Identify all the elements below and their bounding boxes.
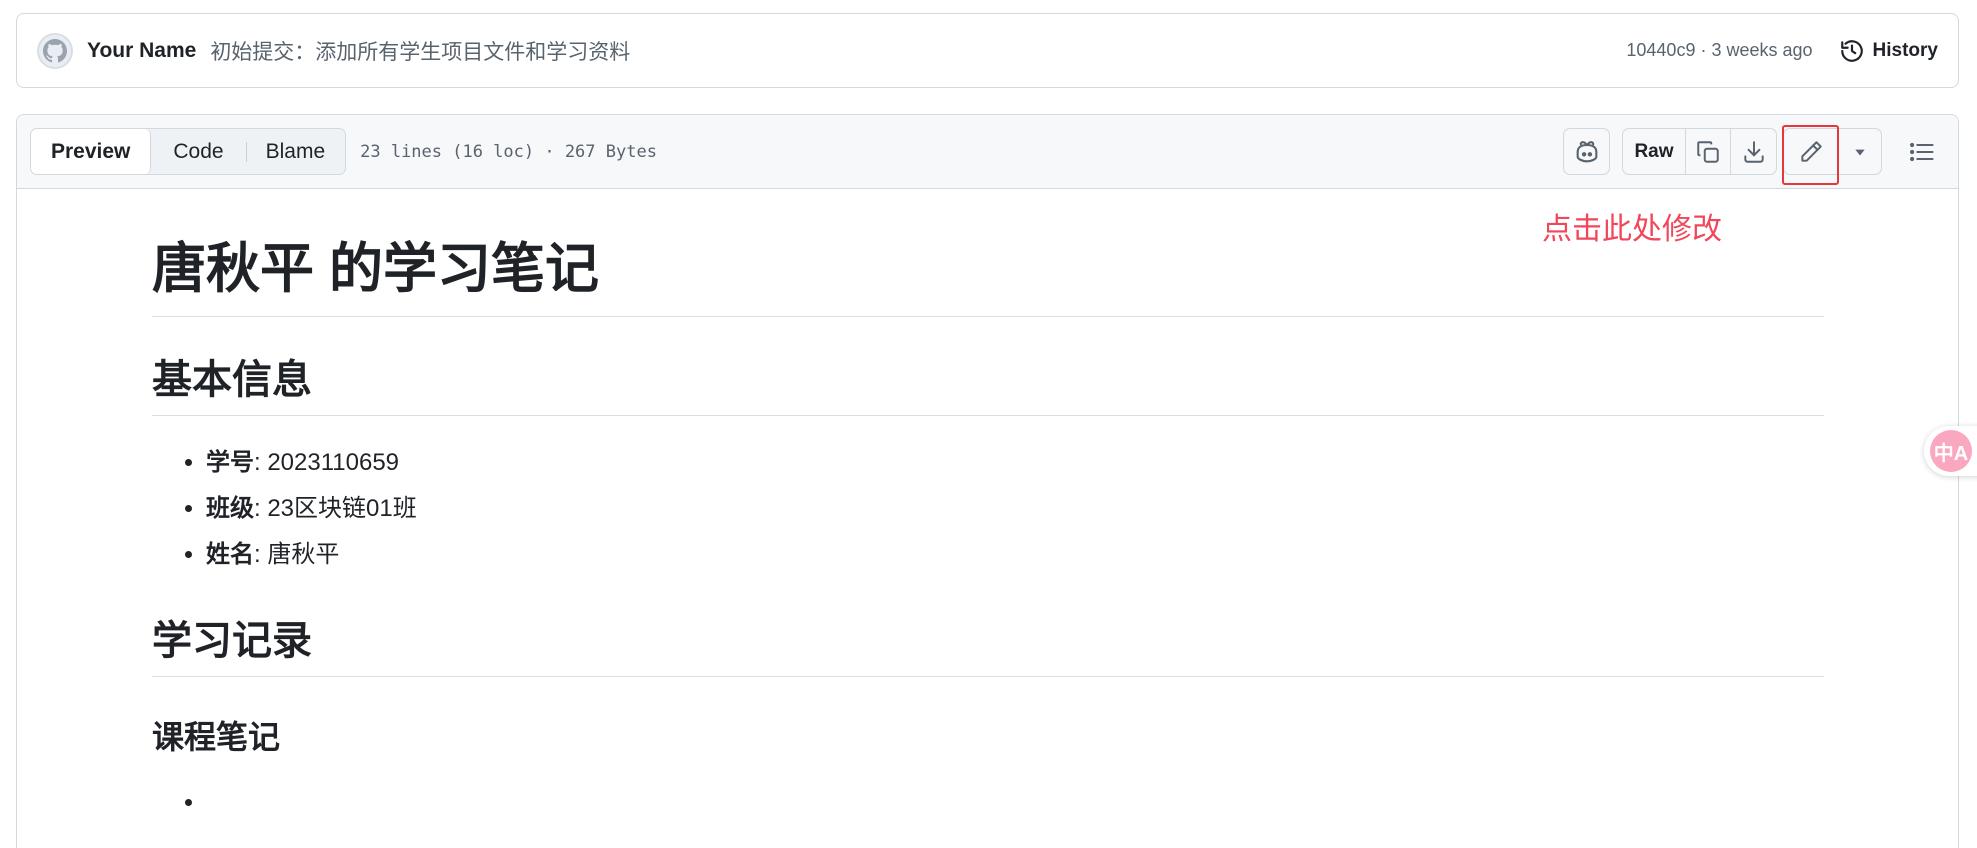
author-avatar[interactable] <box>37 32 73 69</box>
copy-raw-button[interactable] <box>1686 129 1731 174</box>
list-item: 学号: 2023110659 <box>206 440 1824 486</box>
triangle-down-icon <box>1855 149 1865 155</box>
tab-code[interactable]: Code <box>151 129 245 174</box>
item-label: 学号 <box>206 448 254 476</box>
history-button[interactable]: History <box>1839 38 1938 64</box>
edit-file-button[interactable] <box>1782 125 1839 185</box>
document-title: 唐秋平 的学习笔记 <box>152 236 1824 317</box>
copy-icon <box>1697 140 1719 163</box>
tab-blame[interactable]: Blame <box>245 129 346 174</box>
basic-info-list: 学号: 2023110659 班级: 23区块链01班 姓名: 唐秋平 <box>152 440 1824 578</box>
download-icon <box>1743 140 1764 163</box>
edit-dropdown-button[interactable] <box>1839 129 1881 174</box>
raw-copy-download-group: Raw <box>1622 128 1777 175</box>
section-heading-study-record: 学习记录 <box>152 616 1824 677</box>
commit-sha-time[interactable]: 10440c9 · 3 weeks ago <box>1626 40 1812 61</box>
floating-translate-widget[interactable]: 中A <box>1924 426 1977 476</box>
history-icon <box>1840 39 1863 62</box>
copilot-icon <box>1576 140 1597 162</box>
commit-message-link[interactable]: 初始提交：添加所有学生项目文件和学习资料 <box>210 36 630 66</box>
section-heading-basic-info: 基本信息 <box>152 355 1824 416</box>
history-label: History <box>1872 39 1938 61</box>
translate-icon: 中A <box>1930 430 1972 472</box>
commit-author-link[interactable]: Your Name <box>87 39 196 63</box>
item-label: 班级 <box>206 494 254 522</box>
item-value: : 2023110659 <box>254 448 400 476</box>
sub-heading-course-notes: 课程笔记 <box>152 718 281 755</box>
item-label: 姓名 <box>206 540 254 568</box>
copilot-button[interactable] <box>1563 128 1610 175</box>
list-unordered-icon <box>1909 142 1934 161</box>
outline-button[interactable] <box>1898 128 1945 175</box>
file-stats: 23 lines (16 loc) · 267 Bytes <box>360 141 657 162</box>
file-header: Preview Code Blame 23 lines (16 loc) · 2… <box>17 115 1958 189</box>
github-mark-icon <box>43 38 67 62</box>
latest-commit-bar: Your Name 初始提交：添加所有学生项目文件和学习资料 10440c9 ·… <box>16 13 1959 88</box>
view-mode-toggle: Preview Code Blame <box>30 128 347 175</box>
course-notes-list <box>152 783 1824 823</box>
markdown-body: 唐秋平 的学习笔记 基本信息 学号: 2023110659 班级: 23区块链0… <box>152 236 1824 823</box>
download-button[interactable] <box>1731 129 1776 174</box>
tab-preview[interactable]: Preview <box>31 129 152 174</box>
edit-highlight-box <box>1782 125 1839 185</box>
edit-group <box>1782 125 1882 185</box>
list-item-empty <box>206 783 1824 823</box>
list-item: 姓名: 唐秋平 <box>206 532 1824 578</box>
item-value: : 唐秋平 <box>254 540 340 568</box>
list-item: 班级: 23区块链01班 <box>206 486 1824 532</box>
item-value: : 23区块链01班 <box>254 494 417 522</box>
raw-button[interactable]: Raw <box>1623 129 1686 174</box>
